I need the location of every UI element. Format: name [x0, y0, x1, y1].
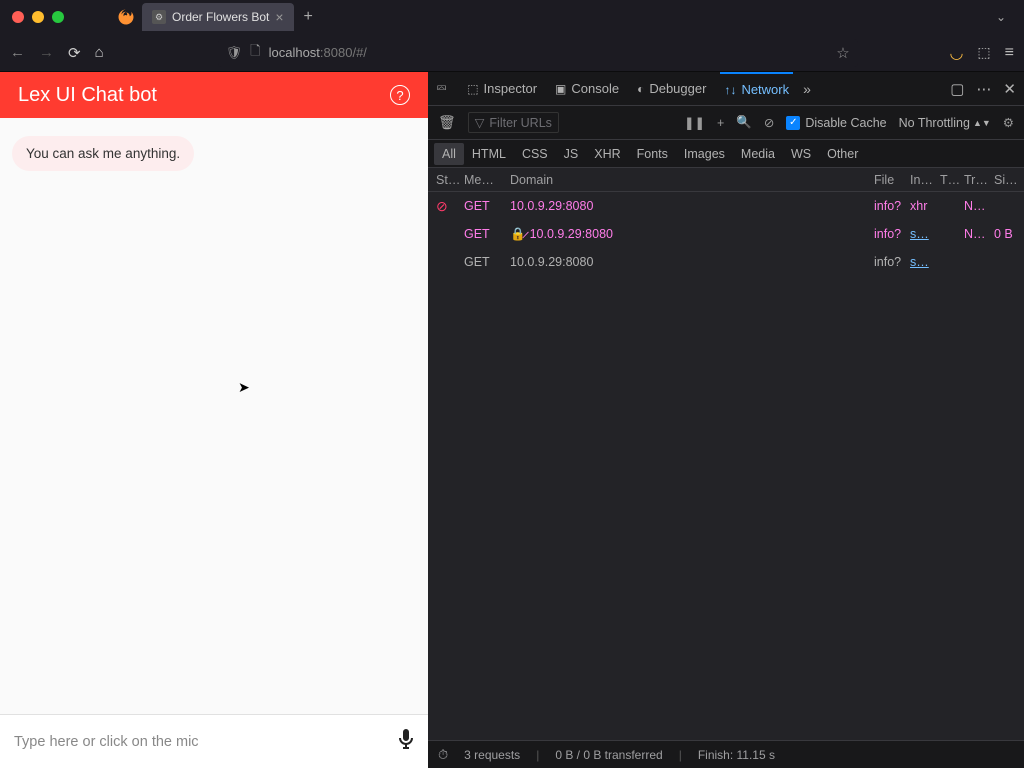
tab-close-icon[interactable]: ×: [275, 9, 283, 25]
tab-network[interactable]: ↑↓Network: [720, 72, 793, 105]
new-tab-button[interactable]: +: [296, 4, 321, 30]
devtools-pane: ⮹ ⬚Inspector ▣Console ◐Debugger ↑↓Networ…: [428, 72, 1024, 768]
blocked-icon: ⊘: [436, 198, 448, 214]
tab-favicon-icon: ⚙: [152, 10, 166, 24]
chat-title: Lex UI Chat bot: [18, 84, 157, 107]
maximize-window-button[interactable]: [52, 11, 64, 23]
table-row[interactable]: GET 🔒̷10.0.9.29:8080 info? s… N… 0 B: [428, 220, 1024, 248]
forward-button[interactable]: →: [39, 44, 54, 61]
close-window-button[interactable]: [12, 11, 24, 23]
tab-strip: ⚙ Order Flowers Bot × +: [112, 3, 321, 31]
filter-fonts[interactable]: Fonts: [629, 143, 676, 165]
back-button[interactable]: ←: [10, 44, 25, 61]
col-transferred[interactable]: Tr…: [964, 173, 994, 187]
status-finish: Finish: 11.15 s: [698, 748, 775, 762]
funnel-icon: ▽: [475, 115, 485, 130]
address-bar[interactable]: 🛡 🗋 localhost:8080/#/ ☆: [218, 39, 858, 67]
search-icon[interactable]: 🔍: [736, 115, 752, 130]
filter-xhr[interactable]: XHR: [586, 143, 628, 165]
mic-icon[interactable]: [398, 729, 414, 754]
tabs-overflow-icon[interactable]: »: [803, 81, 811, 97]
url-bar-row: ← → ⟳ ⌂ 🛡 🗋 localhost:8080/#/ ☆ ◡ ⬚ ≡: [0, 34, 1024, 72]
main-content: Lex UI Chat bot ? You can ask me anythin…: [0, 72, 1024, 768]
chat-input-row: [0, 714, 428, 768]
filter-html[interactable]: HTML: [464, 143, 514, 165]
browser-tab[interactable]: ⚙ Order Flowers Bot ×: [142, 3, 294, 31]
home-button[interactable]: ⌂: [95, 44, 104, 61]
gear-icon[interactable]: ⚙: [1003, 115, 1014, 130]
insecure-icon[interactable]: 🗋: [250, 42, 260, 64]
devtools-tabs: ⮹ ⬚Inspector ▣Console ◐Debugger ↑↓Networ…: [428, 72, 1024, 106]
disable-cache-toggle[interactable]: ✓Disable Cache: [786, 116, 886, 130]
help-icon[interactable]: ?: [390, 85, 410, 105]
traffic-lights: [12, 11, 64, 23]
tab-debugger[interactable]: ◐Debugger: [633, 72, 710, 105]
shield-icon[interactable]: 🛡: [226, 45, 243, 61]
bookmark-star-icon[interactable]: ☆: [836, 44, 849, 62]
filter-all[interactable]: All: [434, 143, 464, 165]
clear-icon[interactable]: 🗑: [438, 114, 456, 131]
pick-element-icon[interactable]: ⮹: [436, 80, 447, 97]
col-method[interactable]: Me…: [464, 173, 504, 187]
tabs-dropdown-icon[interactable]: ⌄: [996, 10, 1012, 24]
firefox-icon: [112, 3, 140, 31]
tab-console[interactable]: ▣Console: [551, 72, 623, 105]
tab-title: Order Flowers Bot: [172, 10, 269, 24]
window-chrome: ⚙ Order Flowers Bot × + ⌄: [0, 0, 1024, 34]
col-status[interactable]: Stat…: [428, 173, 464, 187]
filter-js[interactable]: JS: [556, 143, 587, 165]
block-icon[interactable]: ⊘: [764, 115, 774, 130]
filter-other[interactable]: Other: [819, 143, 866, 165]
extensions-icon[interactable]: ⬚: [977, 44, 990, 61]
filter-images[interactable]: Images: [676, 143, 733, 165]
status-requests: 3 requests: [464, 748, 520, 762]
col-size[interactable]: Si…: [994, 173, 1024, 187]
bot-message: You can ask me anything.: [12, 136, 194, 171]
throttling-select[interactable]: No Throttling▲▼: [899, 116, 991, 130]
toolbar-right: ◡ ⬚ ≡: [949, 43, 1014, 63]
chat-pane: Lex UI Chat bot ? You can ask me anythin…: [0, 72, 428, 768]
console-icon: ▣: [555, 82, 566, 96]
table-header: Stat… Me… Domain File In… T… Tr… Si…: [428, 168, 1024, 192]
filter-media[interactable]: Media: [733, 143, 783, 165]
devtools-close-icon[interactable]: ✕: [1003, 80, 1016, 98]
url-text: localhost:8080/#/: [269, 45, 367, 60]
responsive-mode-icon[interactable]: ▢: [950, 80, 964, 98]
inspector-icon: ⬚: [467, 82, 478, 96]
network-filter-row: All HTML CSS JS XHR Fonts Images Media W…: [428, 140, 1024, 168]
pause-icon[interactable]: ❚❚: [684, 115, 705, 130]
debugger-icon: ◐: [637, 82, 644, 96]
col-file[interactable]: File: [874, 173, 910, 187]
dropdown-icon: ▲▼: [973, 118, 991, 128]
col-domain[interactable]: Domain: [504, 173, 874, 187]
tab-inspector[interactable]: ⬚Inspector: [463, 72, 541, 105]
reload-button[interactable]: ⟳: [68, 44, 81, 62]
filter-ws[interactable]: WS: [783, 143, 819, 165]
col-initiator[interactable]: In…: [910, 173, 940, 187]
chat-input[interactable]: [14, 734, 398, 750]
add-icon[interactable]: +: [717, 116, 724, 130]
secure-strike-icon: 🔒̷: [510, 227, 526, 241]
checkbox-checked-icon: ✓: [786, 116, 800, 130]
table-row[interactable]: GET 10.0.9.29:8080 info? s…: [428, 248, 1024, 276]
table-row[interactable]: ⊘ GET 10.0.9.29:8080 info? xhr N…: [428, 192, 1024, 220]
status-transferred: 0 B / 0 B transferred: [555, 748, 662, 762]
chat-body: You can ask me anything.: [0, 118, 428, 714]
network-status-bar: ⏱ 3 requests | 0 B / 0 B transferred | F…: [428, 740, 1024, 768]
chat-header: Lex UI Chat bot ?: [0, 72, 428, 118]
network-icon: ↑↓: [724, 83, 736, 97]
minimize-window-button[interactable]: [32, 11, 44, 23]
stopwatch-icon[interactable]: ⏱: [438, 747, 448, 763]
col-type[interactable]: T…: [940, 173, 964, 187]
devtools-menu-icon[interactable]: ⋯: [976, 80, 991, 98]
network-table: Stat… Me… Domain File In… T… Tr… Si… ⊘ G…: [428, 168, 1024, 740]
filter-css[interactable]: CSS: [514, 143, 556, 165]
pocket-icon[interactable]: ◡: [949, 43, 963, 63]
filter-urls-input[interactable]: ▽Filter URLs: [468, 112, 559, 133]
app-menu-icon[interactable]: ≡: [1005, 44, 1014, 62]
network-toolbar: 🗑 ▽Filter URLs ❚❚ + 🔍 ⊘ ✓Disable Cache N…: [428, 106, 1024, 140]
